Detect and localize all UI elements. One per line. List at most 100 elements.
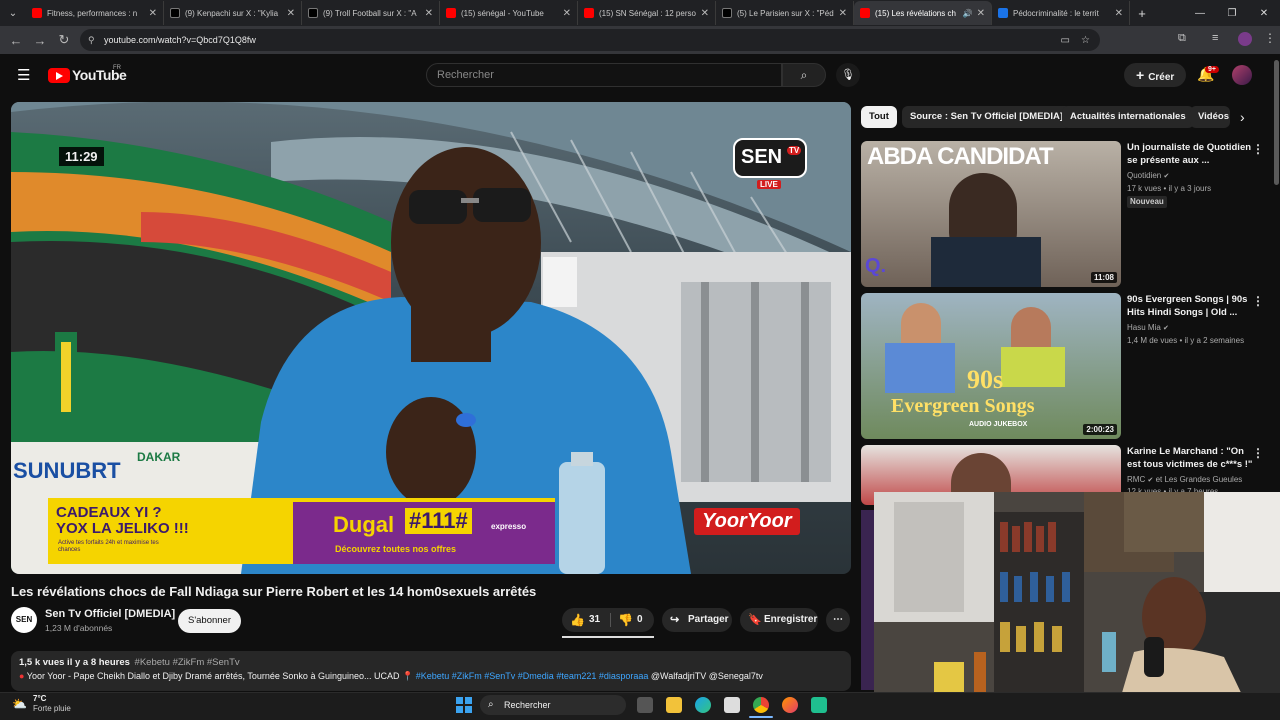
related-channel[interactable]: Hasu Mia ✔ (1127, 322, 1169, 335)
tab-title: (9) Troll Football sur X : "A (323, 8, 417, 18)
more-vertical-icon[interactable]: ⋮ (1252, 294, 1264, 308)
description-box[interactable]: 1,5 k vues il y a 8 heures #Kebetu #ZikF… (11, 651, 851, 691)
chip-international-news[interactable]: Actualités internationales (1062, 106, 1194, 128)
related-title[interactable]: Un journaliste de Quotidien se présente a… (1127, 141, 1251, 167)
taskbar-search[interactable]: ⌕ Rechercher (480, 695, 626, 715)
maximize-icon[interactable]: ❐ (1216, 8, 1248, 19)
speaker-icon[interactable]: 🔊 (963, 9, 973, 18)
windows-start-icon[interactable] (456, 697, 472, 713)
close-icon[interactable]: ✕ (149, 8, 157, 19)
verified-icon: ✔ (1163, 173, 1170, 180)
like-count[interactable]: 31 (589, 608, 600, 632)
profile-avatar[interactable] (1238, 32, 1252, 46)
related-channel[interactable]: Quotidien ✔ (1127, 170, 1169, 183)
thumbs-down-icon[interactable]: 👎 (618, 608, 633, 632)
weather-temperature[interactable]: 7°C (33, 694, 46, 703)
banner-line2: YOX LA JELIKO !!! (56, 520, 189, 537)
subscribe-button[interactable]: S'abonner (178, 609, 241, 633)
close-icon[interactable]: ✕ (287, 8, 295, 19)
tab-title: (5) Le Parisien sur X : "Péd (737, 8, 834, 18)
video-player[interactable]: 11:29 SEN TV LIVE SUNUBRT DAKAR CADEAUX … (11, 102, 851, 574)
browser-tab[interactable]: (15) sénégal - YouTube ✕ (440, 1, 578, 25)
youtube-logo-icon[interactable] (48, 68, 70, 83)
close-icon[interactable]: ✕ (977, 8, 985, 19)
plus-icon: + (1136, 67, 1145, 83)
channel-name[interactable]: Sen Tv Officiel [DMEDIA] (45, 608, 175, 620)
related-thumbnail[interactable]: 90s Evergreen Songs AUDIO JUKEBOX 2:00:2… (861, 293, 1121, 439)
hashtags[interactable]: #Kebetu #ZikFm #SenTv (135, 657, 240, 668)
sidebar-icon[interactable]: ≡ (1212, 32, 1218, 44)
voice-search-button[interactable]: 🎙 (836, 63, 860, 87)
app-icon[interactable] (811, 697, 827, 713)
search-input[interactable]: Rechercher (426, 63, 782, 87)
search-placeholder: Rechercher (437, 69, 494, 81)
reload-icon[interactable]: ↻ (52, 32, 76, 48)
channel-avatar[interactable]: SEN (11, 607, 37, 633)
chrome-icon[interactable] (753, 697, 769, 713)
description-mentions[interactable]: @WalfadjriTV @Senegal7tv (651, 671, 763, 681)
file-explorer-icon[interactable] (666, 697, 682, 713)
tab-title: (15) SN Sénégal : 12 perso (599, 8, 696, 18)
browser-tab-active[interactable]: (15) Les révélations ch 🔊 ✕ (854, 1, 992, 25)
store-icon[interactable] (724, 697, 740, 713)
close-icon[interactable]: ✕ (701, 8, 709, 19)
dislike-count[interactable]: 0 (637, 608, 643, 632)
microphone-icon: 🎙 (841, 69, 855, 81)
task-view-icon[interactable] (637, 697, 653, 713)
quotidien-logo: Q. (865, 255, 887, 277)
close-icon[interactable]: ✕ (839, 8, 847, 19)
forward-icon[interactable]: → (28, 33, 52, 48)
url-bar[interactable]: ⚲ youtube.com/watch?v=Qbcd7Q1Q8fw ▭ ☆ (80, 29, 1100, 51)
weather-condition[interactable]: Forte pluie (33, 704, 71, 713)
window-close-icon[interactable]: ✕ (1248, 8, 1280, 19)
save-button[interactable]: 🔖 Enregistrer (740, 608, 818, 632)
thumbnail-jacket (931, 237, 1041, 287)
browser-tab[interactable]: (15) SN Sénégal : 12 perso ✕ (578, 1, 716, 25)
chevron-right-icon[interactable]: › (1240, 109, 1245, 125)
related-title[interactable]: Karine Le Marchand : "On est tous victime… (1127, 445, 1252, 471)
tab-list-icon[interactable]: ⌄ (0, 8, 26, 19)
create-button[interactable]: + Créer (1124, 63, 1186, 87)
expresso-logo: expresso (491, 522, 527, 531)
browser-tab[interactable]: Fitness, performances : n ✕ (26, 1, 164, 25)
account-avatar[interactable] (1232, 65, 1252, 85)
share-button[interactable]: ↪ Partager (662, 608, 732, 632)
tab-title: (15) Les révélations ch (875, 8, 956, 18)
new-tab-icon[interactable]: + (1130, 6, 1154, 21)
banner-ussd-code: #111# (405, 508, 472, 534)
page-scrollbar[interactable] (1274, 60, 1279, 185)
browser-tab[interactable]: (9) Troll Football sur X : "A ✕ (302, 1, 440, 25)
more-vertical-icon[interactable]: ⋮ (1252, 446, 1264, 460)
cast-icon[interactable]: ▭ (1061, 35, 1070, 46)
weather-icon[interactable]: ⛅ (12, 697, 27, 711)
site-info-icon[interactable]: ⚲ (88, 35, 95, 46)
extensions-icon[interactable]: ⧉ (1178, 32, 1186, 45)
edge-icon[interactable] (695, 697, 711, 713)
firefox-icon[interactable] (782, 697, 798, 713)
back-icon[interactable]: ← (4, 33, 28, 48)
hamburger-menu-icon[interactable]: ☰ (17, 66, 30, 84)
more-menu-icon[interactable]: ⋮ (1264, 31, 1276, 45)
x-icon (308, 8, 318, 18)
close-icon[interactable]: ✕ (1115, 8, 1123, 19)
related-thumbnail-partial[interactable] (861, 510, 875, 690)
chip-all[interactable]: Tout (861, 106, 897, 128)
more-actions-button[interactable]: ⋯ (826, 608, 850, 632)
chip-source[interactable]: Source : Sen Tv Officiel [DMEDIA] (902, 106, 1072, 128)
thumbs-up-icon[interactable]: 👍 (570, 608, 585, 632)
minimize-icon[interactable]: — (1184, 8, 1216, 19)
browser-tab[interactable]: (9) Kenpachi sur X : "Kylia ✕ (164, 1, 302, 25)
browser-tab[interactable]: Pédocriminalité : le territ ✕ (992, 1, 1130, 25)
related-title[interactable]: 90s Evergreen Songs | 90s Hits Hindi Song… (1127, 293, 1247, 319)
taskbar-search-label: Rechercher (504, 700, 551, 710)
more-vertical-icon[interactable]: ⋮ (1252, 142, 1264, 156)
bookmark-star-icon[interactable]: ☆ (1081, 35, 1090, 46)
close-icon[interactable]: ✕ (563, 8, 571, 19)
chip-videos[interactable]: Vidéos (1190, 106, 1230, 128)
description-tags[interactable]: #Kebetu #ZikFm #SenTv #Dmedia #team221 #… (416, 671, 649, 681)
close-icon[interactable]: ✕ (425, 8, 433, 19)
tab-title: Fitness, performances : n (47, 8, 138, 18)
search-button[interactable]: ⌕ (782, 63, 826, 87)
browser-tab[interactable]: (5) Le Parisien sur X : "Péd ✕ (716, 1, 854, 25)
related-thumbnail[interactable]: ABDA CANDIDAT Q. 11:08 (861, 141, 1121, 287)
